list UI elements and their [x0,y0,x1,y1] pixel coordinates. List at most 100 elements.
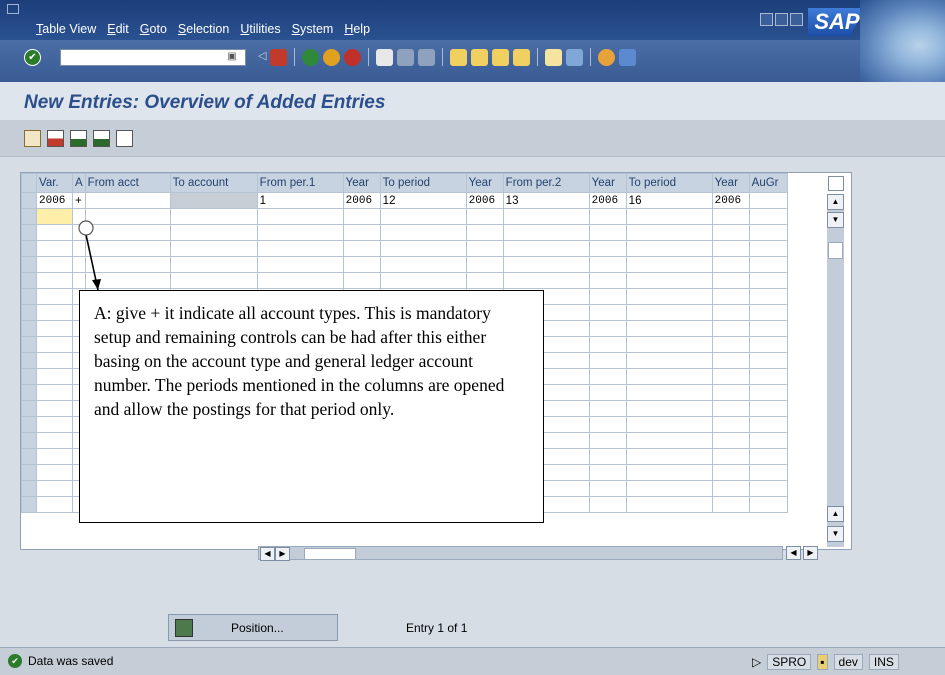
column-header[interactable]: To period [625,173,713,193]
table-cell[interactable] [748,224,788,241]
table-cell[interactable] [36,432,73,449]
table-cell[interactable] [711,384,750,401]
row-selector-header[interactable] [21,173,37,193]
find-next-icon[interactable] [418,48,435,66]
table-cell[interactable] [588,464,627,481]
menu-selection[interactable]: Selection [178,22,229,36]
table-cell[interactable] [711,336,750,353]
table-cell[interactable]: 2006 [36,192,73,209]
table-cell[interactable] [711,256,750,273]
table-cell[interactable] [711,352,750,369]
command-field[interactable] [60,49,246,66]
table-cell[interactable] [36,496,73,513]
table-cell[interactable] [342,208,381,225]
table-cell[interactable] [711,416,750,433]
table-cell[interactable] [169,208,258,225]
column-header[interactable]: To account [169,173,258,193]
table-cell[interactable] [711,368,750,385]
table-cell[interactable] [588,352,627,369]
table-cell[interactable] [588,288,627,305]
enter-check-icon[interactable]: ✔ [24,49,41,66]
new-session-icon[interactable] [545,48,562,66]
fixed-column-scroll[interactable]: ◀ ▶ [786,546,822,560]
table-cell[interactable] [36,272,73,289]
table-cell[interactable]: 16 [625,192,713,209]
table-cell[interactable] [748,192,788,209]
row-selector[interactable] [21,368,37,385]
system-menu-icon[interactable] [7,4,19,14]
change-display-icon[interactable] [24,130,41,147]
table-cell[interactable] [625,208,713,225]
scroll-right-icon[interactable]: ▶ [803,546,818,560]
table-cell[interactable] [625,272,713,289]
table-cell[interactable] [625,368,713,385]
table-cell[interactable] [625,448,713,465]
table-cell[interactable] [36,256,73,273]
table-cell[interactable]: 2006 [711,192,750,209]
table-cell[interactable] [748,448,788,465]
last-page-icon[interactable] [513,48,530,66]
table-cell[interactable] [36,480,73,497]
table-cell[interactable]: + [72,192,86,209]
scroll-right-icon[interactable]: ▶ [275,547,290,561]
table-cell[interactable] [625,480,713,497]
table-cell[interactable] [502,272,590,289]
column-header[interactable]: Var. [36,173,73,193]
next-entry-icon[interactable] [93,130,110,147]
next-page-icon[interactable] [492,48,509,66]
table-cell[interactable] [84,272,171,289]
table-cell[interactable] [588,256,627,273]
menu-system[interactable]: System [292,22,334,36]
row-selector[interactable] [21,480,37,497]
row-selector[interactable] [21,384,37,401]
table-cell[interactable] [36,384,73,401]
table-cell[interactable] [588,496,627,513]
row-selector[interactable] [21,240,37,257]
table-cell[interactable] [36,368,73,385]
table-cell[interactable] [36,320,73,337]
table-cell[interactable] [625,304,713,321]
scroll-down-icon[interactable]: ▼ [827,212,844,228]
table-cell[interactable] [748,480,788,497]
table-cell[interactable] [256,240,344,257]
table-cell[interactable] [711,288,750,305]
table-cell[interactable] [711,208,750,225]
table-cell[interactable] [748,320,788,337]
horizontal-scrollbar[interactable]: ◀ ▶ [258,546,783,561]
table-cell[interactable] [748,416,788,433]
back-arrow-icon[interactable]: ◁ [258,49,266,66]
table-cell[interactable] [36,304,73,321]
table-cell[interactable] [588,480,627,497]
find-icon[interactable] [397,48,414,66]
column-header[interactable]: From per.2 [502,173,590,193]
table-cell[interactable] [588,384,627,401]
table-cell[interactable]: 2006 [588,192,627,209]
table-cell[interactable]: 1 [256,192,344,209]
exit-icon[interactable] [323,48,340,66]
table-cell[interactable] [711,432,750,449]
table-cell[interactable] [36,224,73,241]
table-cell[interactable] [502,256,590,273]
close-icon[interactable] [790,13,803,26]
server-icon[interactable]: ▪ [817,654,828,670]
table-cell[interactable] [256,272,344,289]
table-cell[interactable] [748,432,788,449]
back-icon[interactable] [302,48,319,66]
table-cell[interactable] [72,240,86,257]
table-cell[interactable] [748,352,788,369]
table-cell[interactable] [502,208,590,225]
print-icon[interactable] [376,48,393,66]
table-cell[interactable] [711,320,750,337]
row-selector[interactable] [21,320,37,337]
table-cell[interactable] [84,240,171,257]
table-cell[interactable] [379,224,467,241]
table-cell[interactable] [711,272,750,289]
save-icon[interactable] [270,48,287,66]
column-header[interactable]: From per.1 [256,173,344,193]
table-cell[interactable] [342,240,381,257]
table-cell[interactable] [342,224,381,241]
table-cell[interactable] [625,320,713,337]
table-cell[interactable] [169,192,258,209]
table-cell[interactable] [588,320,627,337]
table-cell[interactable] [379,240,467,257]
